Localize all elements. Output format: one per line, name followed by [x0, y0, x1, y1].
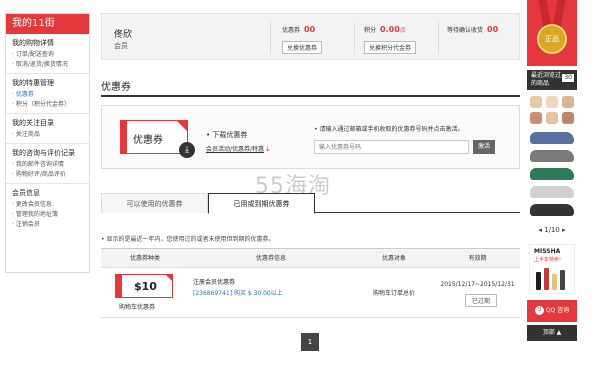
- table-row: $10 购物车优惠券 注册会员优惠券 [236869741] 购买 $ 30.0…: [101, 268, 520, 318]
- coupon-count: 优惠券 00: [282, 25, 316, 34]
- member-info-bar: 佟欣 会员 优惠券 00 兑换优惠券 积分 0.00点 兑换积分代金券 等待确认收货…: [101, 13, 520, 60]
- authentic-medal-icon: 正品: [537, 24, 567, 54]
- sidebar-title: 我的关注目录: [12, 119, 54, 127]
- recently-viewed-thumbnails[interactable]: [527, 92, 577, 222]
- user-name: 佟欣: [114, 30, 133, 40]
- coupon-amount-tile: $10: [115, 274, 173, 298]
- sidebar-item-points[interactable]: · 积分（积分代金券）: [12, 100, 83, 110]
- sidebar-header[interactable]: 我的11街: [6, 14, 89, 34]
- bottle-image: [544, 268, 549, 290]
- sidebar-title: 我的购物详情: [12, 39, 54, 47]
- download-arrow-icon: ⤓: [266, 144, 270, 153]
- qq-icon: Q: [534, 306, 544, 315]
- tab-used-expired[interactable]: 已用或到期优惠券: [208, 193, 315, 214]
- column-header: 优惠券种类: [129, 255, 160, 262]
- ad-brand: MISSHA: [534, 248, 561, 255]
- product-thumbnail[interactable]: [530, 186, 574, 198]
- title-divider: [101, 95, 520, 97]
- coupon-tile: 优惠券: [120, 120, 188, 154]
- sidebar-section-shopping: 我的购物详情 · 订单/配送查询 · 取消/退货/换货情况: [6, 34, 89, 74]
- bottle-image: [536, 272, 541, 290]
- sidebar-title: 我的特惠管理: [12, 79, 54, 87]
- sidebar-title: 我的咨询与评价记录: [12, 149, 75, 157]
- product-thumbnail[interactable]: [530, 150, 574, 162]
- authentic-banner[interactable]: 正品: [527, 0, 577, 66]
- divider: [354, 22, 355, 54]
- product-thumbnail[interactable]: [530, 168, 574, 180]
- download-label: • 下载优惠券: [206, 131, 248, 139]
- coupon-type: 购物车优惠券: [119, 304, 156, 311]
- column-header: 优惠券信息: [255, 255, 286, 262]
- user-level: 会员: [114, 42, 128, 50]
- sidebar-item-edit-profile[interactable]: · 更改会员信息: [12, 200, 83, 210]
- coupon-name: 注册会员优惠券: [193, 279, 236, 286]
- sidebar-title: 会员信息: [12, 189, 40, 197]
- divider: [438, 22, 439, 54]
- coupon-target: 购物车订单总价: [372, 290, 415, 297]
- sidebar-section-member: 会员信息 · 更改会员信息 · 管理我的地址簿 · 注销会员: [6, 184, 89, 233]
- missha-ad[interactable]: MISSHA 上半年特卖!: [529, 244, 575, 294]
- coupon-tabs: 可以使用的优惠券 已用或到期优惠券: [101, 193, 520, 214]
- sidebar-item-inquiries[interactable]: · 我的邮件咨询详情: [12, 160, 83, 170]
- recently-viewed-header[interactable]: 最近浏览过的商品 30: [527, 70, 577, 90]
- product-thumbnail[interactable]: [562, 112, 574, 124]
- sidebar-section-reviews: 我的咨询与评价记录 · 我的邮件咨询详情 · 购物好评/商品评价: [6, 144, 89, 184]
- right-rail: 正品 最近浏览过的商品 30 ◂ 1/10 ▸ MISSHA 上半年特卖! QQ…: [527, 0, 577, 365]
- recently-viewed-pager[interactable]: ◂ 1/10 ▸: [527, 226, 577, 234]
- coupon-detail: [236869741] 购买 $ 30.00以上: [193, 290, 283, 297]
- sidebar-item-reviews[interactable]: · 购物好评/商品评价: [12, 170, 83, 180]
- sidebar: 我的11街 我的购物详情 · 订单/配送查询 · 取消/退货/换货情况 我的特惠…: [5, 13, 90, 273]
- product-thumbnail[interactable]: [530, 96, 542, 108]
- column-header: 有效期: [468, 255, 487, 262]
- list-note: • 显示的是最近一年内，您使用过的或者未使用但到期的优惠券。: [101, 236, 275, 243]
- product-thumbnail[interactable]: [546, 96, 558, 108]
- sidebar-item-address-book[interactable]: · 管理我的地址簿: [12, 210, 83, 220]
- sidebar-item-coupons[interactable]: · 优惠券: [12, 90, 83, 100]
- ad-sub: 上半年特卖!: [534, 257, 562, 263]
- activate-button[interactable]: 激活: [473, 140, 495, 154]
- recently-viewed-count: 30: [562, 74, 574, 82]
- bottle-image: [552, 274, 557, 290]
- points-balance: 积分 0.00点: [364, 25, 406, 34]
- tab-available[interactable]: 可以使用的优惠券: [101, 193, 208, 213]
- sidebar-section-watchlist: 我的关注目录 · 关注商品: [6, 114, 89, 144]
- page-button[interactable]: 1: [301, 333, 319, 351]
- coupon-validity: 2015/12/17~2015/12/31: [440, 281, 515, 288]
- sidebar-item-followed[interactable]: · 关注商品: [12, 130, 83, 140]
- coupon-table: 优惠券种类 优惠券信息 优惠对象 有效期 $10 购物车优惠券 注册会员优惠券 …: [101, 248, 520, 318]
- table-header: 优惠券种类 优惠券信息 优惠对象 有效期: [101, 248, 520, 268]
- product-thumbnail[interactable]: [530, 132, 574, 144]
- qq-consult-button[interactable]: Q QQ 咨询: [527, 300, 577, 322]
- coupon-code-input[interactable]: [314, 140, 469, 154]
- divider: [270, 22, 271, 54]
- product-thumbnail[interactable]: [546, 112, 558, 124]
- back-to-top-button[interactable]: 顶部 ▲: [527, 325, 577, 341]
- coupon-download-box: 优惠券 ⤓ • 下载优惠券 会员活动/优惠券/特惠 ⤓ • 请输入通过邮箱或手机收…: [101, 105, 520, 169]
- pending-receipt-count: 等待确认收货 00: [447, 25, 499, 34]
- redeem-coupon-button[interactable]: 兑换优惠券: [282, 41, 323, 54]
- coupon-corner: [165, 274, 173, 282]
- coupon-stripe: [121, 121, 127, 153]
- product-thumbnail[interactable]: [530, 204, 574, 216]
- coupon-stripe: [116, 275, 122, 297]
- sidebar-section-benefits: 我的特惠管理 · 优惠券 · 积分（积分代金券）: [6, 74, 89, 114]
- sidebar-item-returns[interactable]: · 取消/退货/换货情况: [12, 60, 83, 70]
- download-icon[interactable]: ⤓: [179, 142, 195, 158]
- product-thumbnail[interactable]: [530, 112, 542, 124]
- sidebar-item-orders[interactable]: · 订单/配送查询: [12, 50, 83, 60]
- page-title: 优惠券: [101, 82, 131, 93]
- coupon-corner: [176, 120, 188, 132]
- product-thumbnail[interactable]: [562, 96, 574, 108]
- coupon-amount: $10: [134, 280, 157, 293]
- coupon-tile-text: 优惠券: [133, 135, 163, 146]
- sidebar-item-unregister[interactable]: · 注销会员: [12, 220, 83, 230]
- bottle-image: [560, 270, 565, 290]
- status-badge: 已过期: [465, 294, 498, 307]
- redeem-points-button[interactable]: 兑换积分代金券: [364, 41, 417, 54]
- download-links[interactable]: 会员活动/优惠券/特惠 ⤓: [206, 144, 270, 154]
- column-header: 优惠对象: [381, 255, 406, 262]
- register-instructions: • 请输入通过邮箱或手机收取的优惠券号码并点击激活。: [314, 126, 464, 133]
